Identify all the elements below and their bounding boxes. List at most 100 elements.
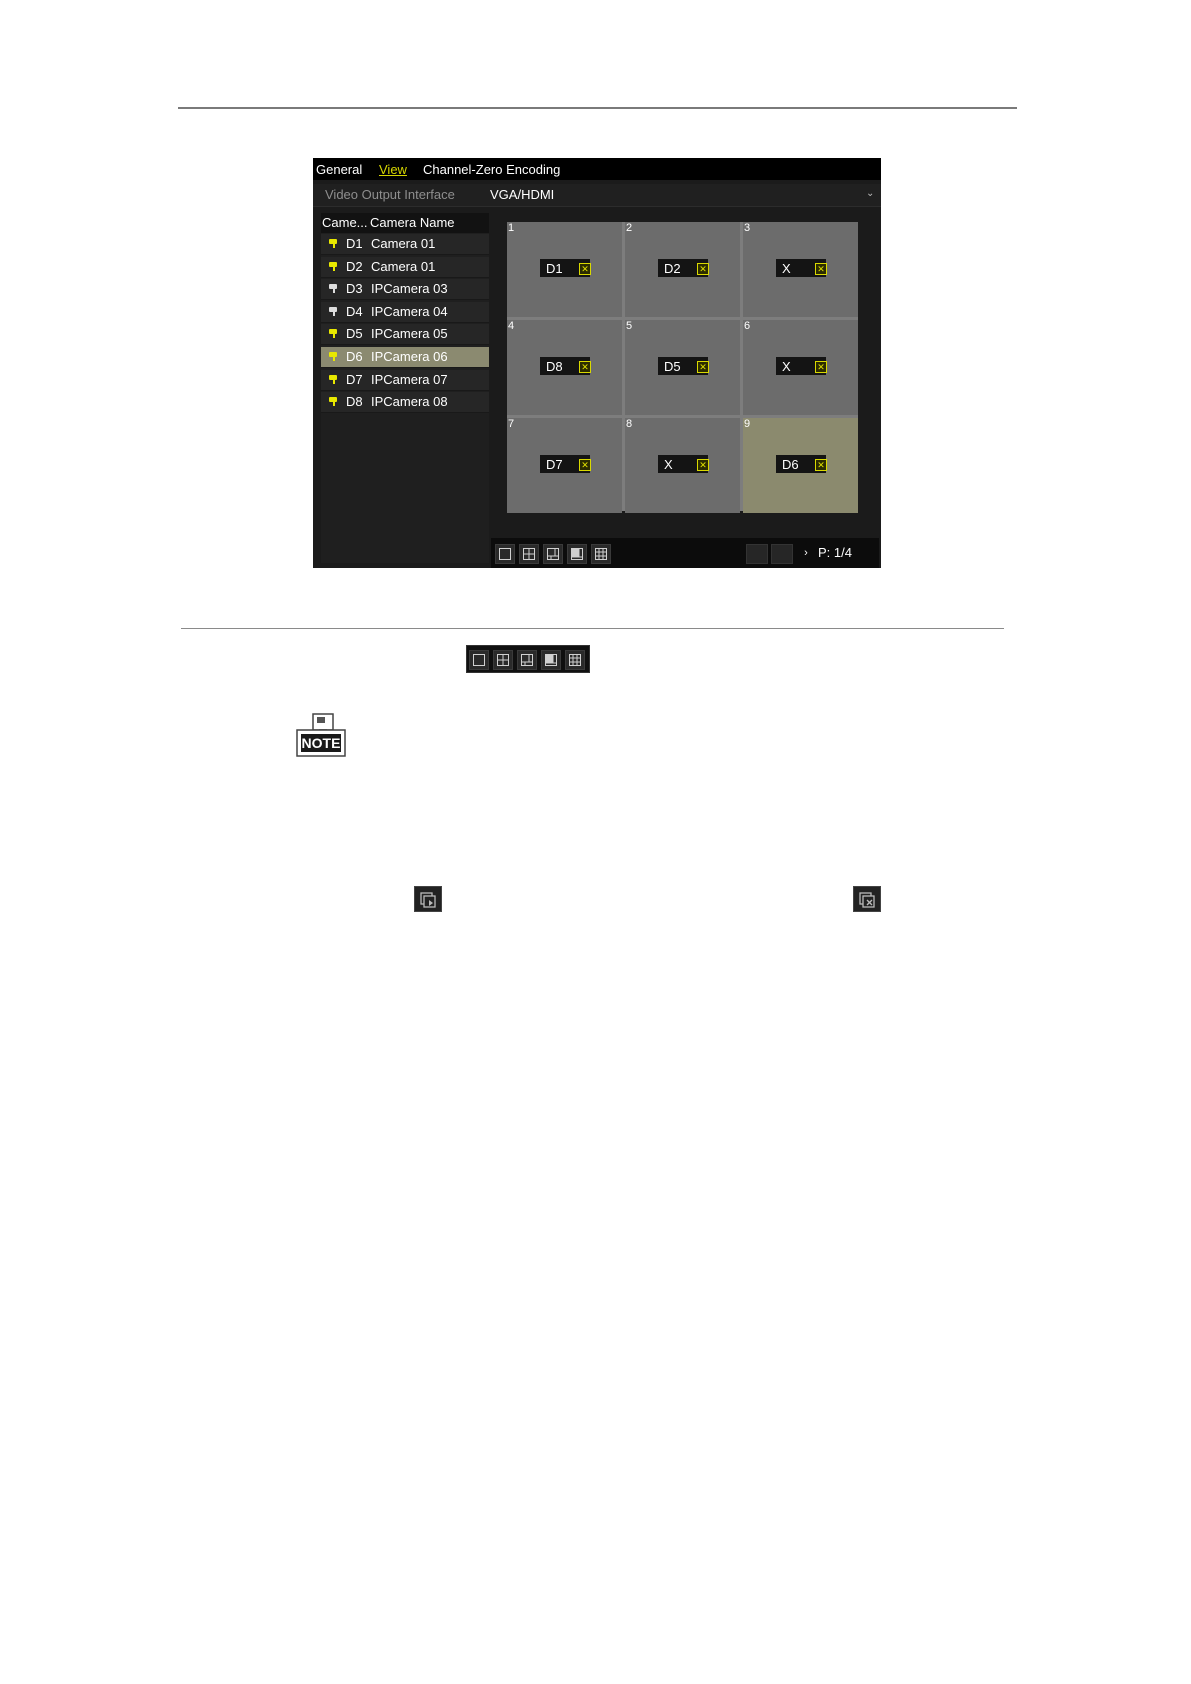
window-number: 9 (744, 418, 751, 430)
tab-general[interactable]: General (316, 162, 362, 177)
camera-row[interactable]: D6 IPCamera 06 (321, 347, 489, 368)
start-live-view-icon (414, 886, 442, 912)
tab-view[interactable]: View (379, 162, 407, 177)
layout-8-icon[interactable] (541, 650, 561, 670)
window-channel-label: D5 ✕ (658, 357, 709, 375)
page-indicator: P: 1/4 (818, 545, 852, 560)
section-rule (181, 628, 1004, 629)
camera-id: D3 (346, 281, 363, 297)
remove-channel-icon[interactable]: ✕ (579, 361, 591, 373)
window-channel-text: D7 (546, 457, 563, 472)
window-number: 7 (508, 418, 515, 430)
start-live-view-icon[interactable] (746, 544, 768, 564)
layout-9-icon[interactable] (591, 544, 611, 564)
tab-channel-zero-encoding[interactable]: Channel-Zero Encoding (423, 162, 560, 177)
note-text: NOTE (302, 735, 341, 751)
camera-row[interactable]: D8 IPCamera 08 (321, 392, 489, 414)
camera-icon (329, 374, 339, 384)
window-channel-label: D8 ✕ (540, 357, 591, 375)
chevron-down-icon[interactable]: ⌄ (866, 188, 874, 199)
window-channel-text: D1 (546, 261, 563, 276)
camera-icon (329, 352, 339, 361)
camera-name: IPCamera 06 (371, 349, 448, 364)
view-window-8[interactable]: 8 X ✕ (625, 418, 740, 513)
top-rule (178, 107, 1017, 109)
window-channel-label: X ✕ (776, 259, 827, 277)
window-number: 3 (744, 222, 751, 234)
camera-id: D8 (346, 394, 363, 410)
camera-name: IPCamera 07 (371, 371, 448, 387)
window-number: 2 (626, 222, 633, 234)
window-channel-label: D7 ✕ (540, 455, 591, 473)
window-channel-text: D8 (546, 359, 563, 374)
camera-icon (329, 329, 339, 339)
camera-icon (329, 284, 339, 294)
window-channel-label: D6 ✕ (776, 455, 827, 473)
remove-channel-icon[interactable]: ✕ (697, 361, 709, 373)
camera-row[interactable]: D2 Camera 01 (321, 256, 489, 278)
next-page-button[interactable]: › (798, 544, 814, 562)
stop-live-view-icon[interactable] (771, 544, 793, 564)
camera-icon (329, 397, 339, 407)
view-window-7[interactable]: 7 D7 ✕ (507, 418, 622, 513)
window-channel-text: D2 (664, 261, 681, 276)
view-window-2[interactable]: 2 D2 ✕ (625, 222, 740, 317)
camera-name: Camera 01 (371, 236, 436, 251)
camera-id: D1 (346, 236, 363, 251)
camera-row[interactable]: D4 IPCamera 04 (321, 301, 489, 323)
camera-id: D4 (346, 303, 363, 319)
view-window-3[interactable]: 3 X ✕ (743, 222, 858, 317)
remove-channel-icon[interactable]: ✕ (697, 263, 709, 275)
camera-id: D6 (346, 349, 363, 364)
layout-6-icon[interactable] (543, 544, 563, 564)
remove-channel-icon[interactable]: ✕ (579, 263, 591, 275)
window-channel-text: X (782, 359, 791, 374)
layout-buttons-inline (466, 645, 590, 673)
window-number: 4 (508, 320, 515, 332)
tab-bar: General View Channel-Zero Encoding (313, 158, 881, 180)
window-channel-text: X (782, 261, 791, 276)
remove-channel-icon[interactable]: ✕ (815, 263, 827, 275)
layout-toolbar: › P: 1/4 (491, 538, 879, 568)
video-output-interface-select[interactable]: VGA/HDMI (490, 187, 554, 202)
column-header-camera-no[interactable]: Came... (322, 215, 368, 230)
window-channel-label: X ✕ (658, 455, 709, 473)
remove-channel-icon[interactable]: ✕ (815, 459, 827, 471)
window-channel-label: D1 ✕ (540, 259, 591, 277)
window-number: 8 (626, 418, 633, 430)
camera-name: IPCamera 05 (371, 326, 448, 342)
view-window-5[interactable]: 5 D5 ✕ (625, 320, 740, 415)
stop-live-view-icon (853, 886, 881, 912)
remove-channel-icon[interactable]: ✕ (579, 459, 591, 471)
view-window-9[interactable]: 9 D6 ✕ (743, 418, 858, 513)
camera-row[interactable]: D5 IPCamera 05 (321, 324, 489, 346)
camera-id: D2 (346, 258, 363, 274)
layout-1-icon[interactable] (495, 544, 515, 564)
layout-4-icon[interactable] (493, 650, 513, 670)
camera-name: Camera 01 (371, 258, 436, 274)
camera-name: IPCamera 04 (371, 303, 448, 319)
column-header-camera-name[interactable]: Camera Name (370, 215, 455, 230)
video-output-interface-label: Video Output Interface (325, 187, 455, 202)
layout-4-icon[interactable] (519, 544, 539, 564)
window-number: 6 (744, 320, 751, 332)
remove-channel-icon[interactable]: ✕ (815, 361, 827, 373)
window-channel-text: X (664, 457, 673, 472)
view-window-6[interactable]: 6 X ✕ (743, 320, 858, 415)
camera-list-header: Came... Camera Name (321, 213, 489, 233)
window-channel-text: D5 (664, 359, 681, 374)
layout-6-icon[interactable] (517, 650, 537, 670)
camera-row[interactable]: D1 Camera 01 (321, 234, 489, 255)
remove-channel-icon[interactable]: ✕ (697, 459, 709, 471)
layout-8-icon[interactable] (567, 544, 587, 564)
view-window-4[interactable]: 4 D8 ✕ (507, 320, 622, 415)
camera-icon (329, 306, 339, 316)
layout-1-icon[interactable] (469, 650, 489, 670)
view-layout-grid: 1 D1 ✕ 2 D2 ✕ 3 X ✕ 4 D8 ✕ 5 D5 ✕ 6 X ✕ 7 D7 ✕ 8 X ✕ 9 D6 ✕ (507, 222, 858, 513)
camera-row[interactable]: D3 IPCamera 03 (321, 279, 489, 301)
view-window-1[interactable]: 1 D1 ✕ (507, 222, 622, 317)
camera-row[interactable]: D7 IPCamera 07 (321, 369, 489, 391)
window-channel-text: D6 (782, 457, 799, 472)
layout-9-icon[interactable] (565, 650, 585, 670)
camera-icon (329, 261, 339, 271)
